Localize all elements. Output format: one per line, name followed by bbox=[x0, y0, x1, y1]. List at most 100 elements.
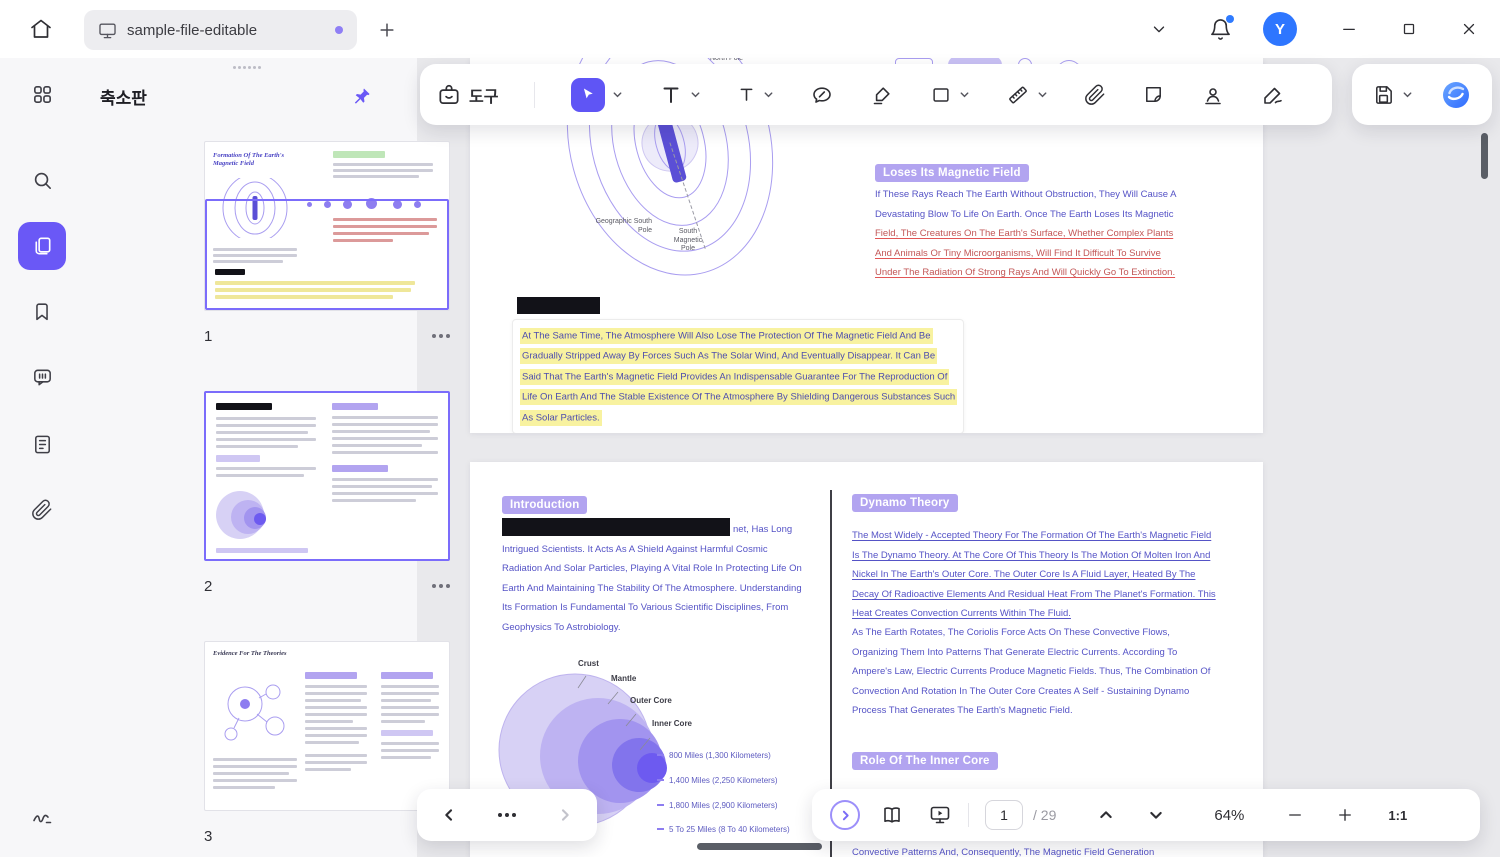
selected-tool-tile bbox=[571, 78, 605, 112]
chevron-right-icon bbox=[839, 809, 852, 822]
chevron-down-icon bbox=[1037, 89, 1048, 100]
page-number-input[interactable] bbox=[985, 800, 1023, 830]
thumbnail-row-1: 1 bbox=[204, 324, 450, 348]
save-icon bbox=[1372, 83, 1395, 106]
home-button[interactable] bbox=[27, 15, 55, 43]
paragraph-red-underlined-segment: Field, The Creatures On The Earth's Surf… bbox=[875, 228, 1175, 278]
select-tool-button[interactable] bbox=[571, 78, 623, 112]
crust-label: Crust bbox=[578, 659, 599, 668]
document-canvas: North Pole Geographic South Pole South M… bbox=[417, 58, 1500, 857]
more-options-icon bbox=[432, 584, 436, 588]
signature-tool-button[interactable] bbox=[1261, 83, 1285, 107]
inner-core-label: Inner Core bbox=[652, 719, 692, 728]
page-layout-button[interactable] bbox=[880, 803, 904, 827]
minimize-button[interactable] bbox=[1337, 17, 1361, 41]
document-tab[interactable]: sample-file-editable bbox=[84, 10, 357, 50]
redacted-bar bbox=[502, 518, 730, 536]
measurement-1400-miles: 1,400 Miles (2,250 Kilometers) bbox=[657, 776, 778, 785]
thumb-1-title: Formation Of The Earth's Magnetic Field bbox=[213, 152, 293, 168]
new-tab-button[interactable] bbox=[375, 18, 399, 42]
user-avatar[interactable]: Y bbox=[1263, 12, 1297, 46]
apps-grid-button[interactable] bbox=[19, 71, 65, 117]
thumb-field-diagram bbox=[213, 178, 297, 238]
nav-forward-button[interactable] bbox=[557, 807, 573, 823]
zoom-out-button[interactable] bbox=[1286, 806, 1304, 824]
quick-nav-bar bbox=[417, 789, 597, 841]
comment-tool-button[interactable] bbox=[810, 83, 834, 107]
minus-icon bbox=[1286, 806, 1304, 824]
pin-panel-button[interactable] bbox=[349, 84, 373, 108]
save-toolbar bbox=[1352, 64, 1492, 125]
thumbnail-row-2: 2 bbox=[204, 574, 450, 598]
paragraph-loses-field: If These Rays Reach The Earth Without Ob… bbox=[875, 185, 1179, 283]
panel-drag-handle[interactable] bbox=[233, 66, 236, 69]
freehand-signature-button[interactable] bbox=[19, 792, 65, 838]
edit-text-tool-button[interactable] bbox=[659, 83, 701, 107]
add-text-tool-button[interactable] bbox=[737, 85, 774, 104]
thumbnail-page-1[interactable]: Formation Of The Earth's Magnetic Field bbox=[204, 141, 450, 311]
toolbox-icon bbox=[436, 82, 462, 108]
nav-divider bbox=[968, 803, 969, 827]
comment-pencil-icon bbox=[810, 83, 834, 107]
chevron-down-icon bbox=[959, 89, 970, 100]
ai-assistant-button[interactable] bbox=[1440, 79, 1472, 111]
more-options-icon bbox=[498, 813, 502, 817]
search-button[interactable] bbox=[19, 157, 65, 203]
presentation-mode-button[interactable] bbox=[928, 803, 952, 827]
nav-more-button[interactable] bbox=[498, 813, 516, 817]
thumbnail-page-2[interactable] bbox=[204, 391, 450, 561]
panel-title: 축소판 bbox=[100, 84, 147, 109]
shape-tool-button[interactable] bbox=[930, 84, 970, 106]
notification-badge bbox=[1226, 15, 1234, 23]
bookmarks-button[interactable] bbox=[19, 289, 65, 335]
thumbnails-panel-button[interactable] bbox=[18, 222, 66, 270]
next-page-button[interactable] bbox=[1148, 807, 1164, 823]
small-text-tool-icon bbox=[737, 85, 756, 104]
previous-page-button[interactable] bbox=[1098, 807, 1114, 823]
actual-size-button[interactable]: 1:1 bbox=[1388, 808, 1407, 823]
chevron-down-icon bbox=[1402, 89, 1413, 100]
tab-title: sample-file-editable bbox=[127, 22, 257, 39]
thumbnail-1-menu-button[interactable] bbox=[432, 334, 450, 338]
chevron-down-icon bbox=[690, 89, 701, 100]
tools-menu-button[interactable]: 도구 bbox=[436, 82, 498, 108]
horizontal-scrollbar-thumb[interactable] bbox=[697, 843, 822, 850]
thumbnail-page-3[interactable]: Evidence For The Theories bbox=[204, 641, 450, 811]
monitor-icon bbox=[98, 21, 117, 40]
page-organize-button[interactable] bbox=[19, 421, 65, 467]
vertical-scrollbar-thumb[interactable] bbox=[1481, 133, 1488, 179]
sticker-tool-button[interactable] bbox=[1142, 83, 1165, 106]
tools-label: 도구 bbox=[469, 83, 498, 107]
highlighter-tool-button[interactable] bbox=[870, 83, 894, 107]
stamp-tool-button[interactable] bbox=[1201, 83, 1225, 107]
close-button[interactable] bbox=[1457, 17, 1481, 41]
collapse-toolbar-button[interactable] bbox=[1147, 17, 1171, 41]
chevron-up-icon bbox=[1098, 807, 1114, 823]
screen-play-icon bbox=[928, 803, 952, 827]
left-rail bbox=[0, 58, 83, 857]
pages-icon bbox=[31, 235, 54, 258]
attachments-button[interactable] bbox=[19, 487, 65, 533]
main-toolbar: 도구 bbox=[420, 64, 1332, 125]
thumbnail-2-menu-button[interactable] bbox=[432, 584, 450, 588]
north-pole-label: North Pole bbox=[710, 58, 743, 64]
highlighter-icon bbox=[870, 83, 894, 107]
maximize-button[interactable] bbox=[1397, 17, 1421, 41]
thumbnail-row-3: 3 bbox=[204, 824, 450, 848]
measurement-800-miles: 800 Miles (1,300 Kilometers) bbox=[657, 751, 771, 760]
notifications-button[interactable] bbox=[1207, 16, 1233, 42]
save-button[interactable] bbox=[1372, 83, 1413, 106]
comments-button[interactable] bbox=[19, 354, 65, 400]
measure-tool-button[interactable] bbox=[1006, 83, 1048, 107]
attach-file-tool-button[interactable] bbox=[1084, 84, 1106, 106]
home-icon bbox=[29, 17, 53, 41]
ruler-icon bbox=[1006, 83, 1030, 107]
unsaved-indicator-dot bbox=[335, 26, 343, 34]
signature-scribble-icon bbox=[30, 803, 54, 827]
ai-icon bbox=[1440, 79, 1472, 111]
zoom-in-button[interactable] bbox=[1336, 806, 1354, 824]
nav-back-button[interactable] bbox=[441, 807, 457, 823]
zoom-level-button[interactable]: 64% bbox=[1214, 807, 1244, 824]
section-heading-introduction: Introduction bbox=[502, 496, 587, 514]
expand-nav-button[interactable] bbox=[830, 800, 860, 830]
